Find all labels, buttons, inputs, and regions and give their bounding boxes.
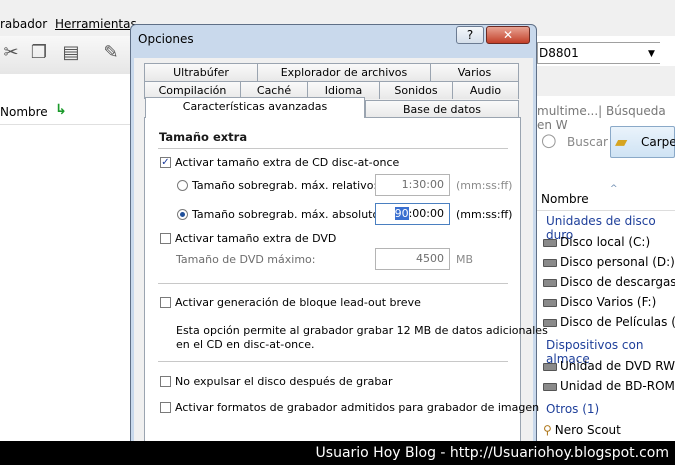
folder-button[interactable]: ▰ Carpet bbox=[610, 126, 675, 158]
leadout-label: Activar generación de bloque lead-out br… bbox=[175, 296, 421, 309]
right-toolbar bbox=[537, 66, 675, 96]
help-button[interactable]: ? bbox=[456, 26, 484, 44]
list-item[interactable]: Disco de descargas (E: bbox=[543, 275, 675, 289]
dvd-max-label: Tamaño de DVD máximo: bbox=[176, 253, 316, 266]
absolute-size-selection: 90 bbox=[394, 207, 409, 220]
menu-herramientas[interactable]: Herramientas bbox=[55, 17, 137, 31]
sort-arrow-icon: ^ bbox=[610, 184, 618, 194]
list-item[interactable]: Disco personal (D:) bbox=[543, 255, 675, 269]
tab-ultrabufer[interactable]: Ultrabúfer bbox=[144, 63, 258, 81]
disc-drive-icon bbox=[543, 382, 557, 391]
image-formats-label: Activar formatos de grabador admitidos p… bbox=[175, 401, 540, 414]
tab-sonidos[interactable]: Sonidos bbox=[379, 81, 453, 99]
list-item[interactable]: Disco local (C:) bbox=[543, 235, 650, 249]
dvd-max-field[interactable]: 4500 bbox=[375, 248, 450, 270]
search-icon: ○ bbox=[541, 130, 557, 151]
absolute-size-field[interactable]: 90:00:00 bbox=[375, 203, 450, 225]
scissors-icon[interactable]: ✂ bbox=[0, 42, 22, 64]
list-item[interactable]: Unidad de BD-ROM (I bbox=[543, 379, 675, 393]
close-button[interactable]: ✕ bbox=[486, 26, 530, 44]
drive-icon bbox=[543, 278, 557, 287]
cd-extra-label: Activar tamaño extra de CD disc-at-once bbox=[175, 156, 400, 169]
folder-icon: ▰ bbox=[615, 132, 628, 151]
divider bbox=[158, 283, 508, 284]
absolute-unit: (mm:ss:ff) bbox=[456, 208, 513, 221]
relative-size-field[interactable]: 1:30:00 bbox=[375, 174, 450, 196]
list-item[interactable]: Disco Varios (F:) bbox=[543, 295, 656, 309]
left-pane bbox=[0, 74, 130, 444]
tab-varios[interactable]: Varios bbox=[430, 63, 519, 81]
copy-icon[interactable]: ❐ bbox=[28, 42, 50, 64]
chevron-down-icon[interactable]: ▼ bbox=[648, 49, 655, 59]
right-tab-strip[interactable]: multime...| Búsqueda en W bbox=[537, 104, 675, 132]
right-column-header-label: Nombre bbox=[541, 192, 589, 206]
folder-button-label: Carpet bbox=[641, 135, 675, 149]
list-item[interactable]: Disco de Películas (H: bbox=[543, 315, 675, 329]
relative-radio[interactable] bbox=[177, 180, 188, 191]
edit-icon[interactable]: ✎ bbox=[100, 42, 122, 64]
tab-caracteristicas-avanzadas[interactable]: Características avanzadas bbox=[145, 97, 365, 118]
drive-icon bbox=[543, 298, 557, 307]
paste-icon[interactable]: ▤ bbox=[60, 42, 82, 64]
drive-icon bbox=[543, 258, 557, 267]
image-formats-checkbox[interactable] bbox=[160, 402, 171, 413]
dvd-extra-checkbox[interactable] bbox=[160, 233, 171, 244]
dvd-extra-label: Activar tamaño extra de DVD bbox=[175, 232, 337, 245]
cd-extra-checkbox[interactable]: ✓ bbox=[160, 157, 171, 168]
right-column-header[interactable]: Nombre ^ bbox=[537, 184, 675, 211]
leadout-description-1: Esta opción permite al grabador grabar 1… bbox=[176, 324, 548, 337]
dvd-max-unit: MB bbox=[456, 253, 474, 266]
drive-icon bbox=[543, 238, 557, 247]
menu-grabador[interactable]: rabador bbox=[0, 17, 47, 31]
divider bbox=[158, 361, 508, 362]
absolute-radio[interactable] bbox=[177, 209, 188, 220]
green-arrow-icon: ↳ bbox=[55, 102, 67, 118]
tab-audio[interactable]: Audio bbox=[452, 81, 519, 99]
list-item[interactable]: Unidad de DVD RW (G bbox=[543, 359, 675, 373]
tab-base-de-datos[interactable]: Base de datos bbox=[365, 100, 519, 118]
blog-watermark: Usuario Hoy Blog - http://Usuariohoy.blo… bbox=[0, 441, 675, 465]
disc-drive-icon bbox=[543, 362, 557, 371]
no-eject-checkbox[interactable] bbox=[160, 376, 171, 387]
absolute-size-rest: :00:00 bbox=[408, 207, 444, 220]
drive-combo[interactable]: D8801 bbox=[537, 42, 660, 64]
relative-label: Tamaño sobregrab. máx. relativo: bbox=[192, 179, 378, 192]
leadout-checkbox[interactable] bbox=[160, 297, 171, 308]
search-label: Buscar bbox=[567, 135, 608, 149]
scout-icon: ⚲ bbox=[543, 423, 552, 437]
left-column-header-label: Nombre bbox=[0, 105, 48, 119]
group-other[interactable]: Otros (1) bbox=[546, 402, 599, 416]
left-column-header[interactable]: Nombre ↳ bbox=[0, 100, 130, 125]
dialog-title: Opciones bbox=[138, 32, 194, 46]
relative-unit: (mm:ss:ff) bbox=[456, 179, 513, 192]
list-item[interactable]: ⚲ Nero Scout bbox=[543, 423, 621, 437]
absolute-label: Tamaño sobregrab. máx. absoluto: bbox=[192, 208, 383, 221]
search-button[interactable]: ○ Buscar bbox=[541, 127, 608, 157]
section-title: Tamaño extra bbox=[159, 130, 248, 144]
section-divider bbox=[158, 148, 508, 149]
leadout-description-2: en el CD en disc-at-once. bbox=[176, 338, 315, 351]
no-eject-label: No expulsar el disco después de grabar bbox=[175, 375, 393, 388]
tab-explorador[interactable]: Explorador de archivos bbox=[257, 63, 431, 81]
